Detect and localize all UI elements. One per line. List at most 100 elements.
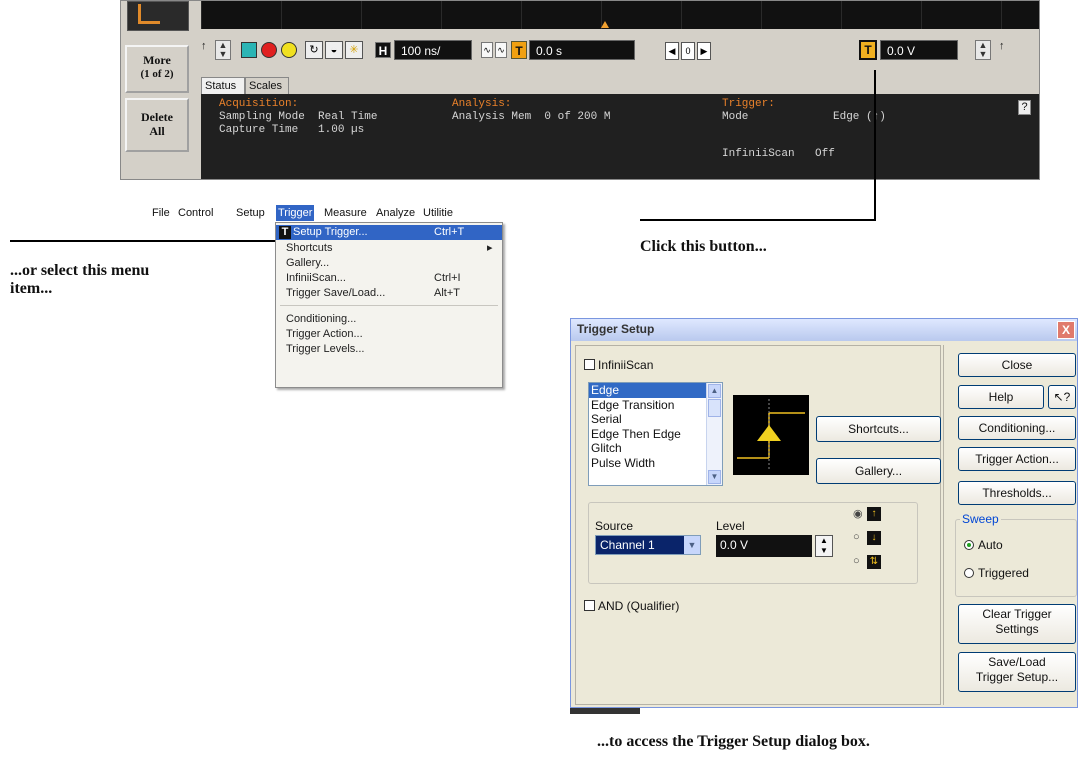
menu-trigger[interactable]: Trigger <box>276 205 315 221</box>
menu-item-gallery[interactable]: Gallery... <box>276 256 502 271</box>
tab-status[interactable]: Status <box>201 77 245 95</box>
gallery-button[interactable]: Gallery... <box>816 458 941 484</box>
menu-control[interactable]: Control <box>178 205 213 221</box>
close-button[interactable]: Close <box>958 353 1076 377</box>
conditioning-button[interactable]: Conditioning... <box>958 416 1076 440</box>
menu-item-infiniiscan[interactable]: InfiniiScan... Ctrl+I <box>276 271 502 286</box>
menu-item-trigger-save-load[interactable]: Trigger Save/Load... Alt+T <box>276 286 502 301</box>
callout-menu-line-1: ...or select this menu <box>10 262 150 279</box>
dialog-title-bar: Trigger Setup X <box>571 319 1077 341</box>
list-item[interactable]: Edge Then Edge <box>589 427 722 442</box>
menu-item-label: Trigger Action... <box>286 328 363 340</box>
channel-2-color-button[interactable] <box>261 42 277 58</box>
checkbox-box <box>584 600 595 611</box>
level-label: Level <box>716 519 745 533</box>
waveform-glyph-icon <box>138 4 160 24</box>
scroll-down-icon[interactable]: ▼ <box>708 470 721 484</box>
slope-falling-radio[interactable]: ○ <box>853 531 860 543</box>
menu-utilities[interactable]: Utilitie <box>423 205 453 221</box>
scroll-thumb[interactable] <box>708 399 721 417</box>
menu-setup[interactable]: Setup <box>236 205 265 221</box>
slope-either-radio[interactable]: ○ <box>853 555 860 567</box>
trigger-setup-button[interactable]: T <box>859 40 877 60</box>
sine-icon[interactable]: ∿ <box>495 42 507 58</box>
radio-selected-icon <box>964 540 974 550</box>
trigger-position-marker-icon <box>601 21 609 28</box>
help-icon[interactable]: ? <box>1018 100 1031 115</box>
menu-item-label: Conditioning... <box>286 313 357 325</box>
trigger-action-button[interactable]: Trigger Action... <box>958 447 1076 471</box>
slope-rising-radio[interactable]: ◉ <box>853 507 863 520</box>
list-item[interactable]: Edge Transition <box>589 398 722 413</box>
nav-left-icon[interactable]: ◀ <box>665 42 679 60</box>
edge-trigger-preview-icon <box>733 395 809 475</box>
checkbox-box <box>584 359 595 370</box>
menu-measure[interactable]: Measure <box>324 205 367 221</box>
list-item[interactable]: Serial <box>589 412 722 427</box>
vertical-spinner[interactable]: ▲ ▼ <box>215 40 231 60</box>
scroll-up-icon[interactable]: ▲ <box>708 384 721 398</box>
tab-scales[interactable]: Scales <box>245 77 289 95</box>
chevron-down-icon[interactable]: ▼ <box>684 536 700 554</box>
menu-item-setup-trigger[interactable]: T Setup Trigger... Ctrl+T <box>276 225 502 240</box>
menu-file[interactable]: File <box>152 205 170 221</box>
sweep-triggered-label: Triggered <box>978 566 1029 580</box>
trigger-level-field[interactable]: 0.0 V <box>880 40 958 60</box>
autoscale-icon[interactable]: ↻ <box>305 41 323 59</box>
clear-trigger-settings-button[interactable]: Clear Trigger Settings <box>958 604 1076 644</box>
close-icon[interactable]: X <box>1057 321 1075 339</box>
menu-item-shortcut: Ctrl+I <box>434 272 461 284</box>
list-item[interactable]: Edge <box>589 383 706 398</box>
falling-edge-icon: ↓ <box>867 531 881 545</box>
analysis-header: Analysis: <box>452 98 512 110</box>
save-load-trigger-setup-button[interactable]: Save/Load Trigger Setup... <box>958 652 1076 692</box>
callout-line-menu <box>10 240 275 242</box>
menu-item-trigger-levels[interactable]: Trigger Levels... <box>276 342 502 357</box>
level-spinner[interactable]: ▲ ▼ <box>815 535 833 557</box>
trigger-level-spinner[interactable]: ▲ ▼ <box>975 40 991 60</box>
nav-right-icon[interactable]: ▶ <box>697 42 711 60</box>
clear-btn-line-2: Settings <box>995 622 1039 636</box>
channel-1-color-button[interactable] <box>241 42 257 58</box>
more-button[interactable]: More (1 of 2) <box>125 45 189 93</box>
radio-unselected-icon <box>964 568 974 578</box>
menu-item-shortcuts[interactable]: Shortcuts ▸ <box>276 241 502 256</box>
nav-zero-icon[interactable]: 0 <box>681 42 695 60</box>
sweep-auto-label: Auto <box>978 538 1003 552</box>
thresholds-button[interactable]: Thresholds... <box>958 481 1076 505</box>
sweep-triggered-radio[interactable]: Triggered <box>964 566 1029 580</box>
source-select[interactable]: Channel 1 ▼ <box>595 535 701 555</box>
delay-field[interactable]: 0.0 s <box>529 40 635 60</box>
trigger-t-icon: T <box>279 226 291 239</box>
delete-label: Delete <box>141 110 173 124</box>
source-label: Source <box>595 519 634 533</box>
trigger-delay-icon: T <box>511 41 527 59</box>
status-panel: Acquisition: Sampling Mode Real Time Cap… <box>201 94 1039 179</box>
whats-this-help-icon[interactable]: ↖? <box>1048 385 1076 409</box>
menu-analyze[interactable]: Analyze <box>376 205 415 221</box>
infiniiscan-checkbox[interactable]: InfiniiScan <box>584 358 653 372</box>
timebase-field[interactable]: 100 ns/ <box>394 40 472 60</box>
help-button[interactable]: Help <box>958 385 1044 409</box>
acquisition-line-2: Capture Time 1.00 µs <box>219 124 365 136</box>
shortcuts-button[interactable]: Shortcuts... <box>816 416 941 442</box>
display-icon[interactable]: ◒ <box>325 41 343 59</box>
dialog-main-pane: InfiniiScan Edge Edge Transition Serial … <box>575 345 941 705</box>
level-field[interactable]: 0.0 V <box>716 535 812 557</box>
small-step-icon[interactable]: ∿ <box>481 42 493 58</box>
and-qualifier-checkbox[interactable]: AND (Qualifier) <box>584 599 679 613</box>
brightness-icon[interactable]: ✳ <box>345 41 363 59</box>
channel-3-color-button[interactable] <box>281 42 297 58</box>
side-top-button[interactable] <box>127 1 189 31</box>
menu-item-trigger-action[interactable]: Trigger Action... <box>276 327 502 342</box>
menu-item-shortcut: Alt+T <box>434 287 460 299</box>
list-item[interactable]: Pulse Width <box>589 456 722 471</box>
list-item[interactable]: Glitch <box>589 441 722 456</box>
trigger-type-list[interactable]: Edge Edge Transition Serial Edge Then Ed… <box>588 382 723 486</box>
sweep-auto-radio[interactable]: Auto <box>964 538 1003 552</box>
delete-all-button[interactable]: Delete All <box>125 98 189 152</box>
source-value: Channel 1 <box>600 538 655 552</box>
menu-item-conditioning[interactable]: Conditioning... <box>276 312 502 327</box>
trigger-menu: T Setup Trigger... Ctrl+T Shortcuts ▸ Gal… <box>275 222 503 388</box>
list-scrollbar[interactable]: ▲ ▼ <box>706 383 722 485</box>
